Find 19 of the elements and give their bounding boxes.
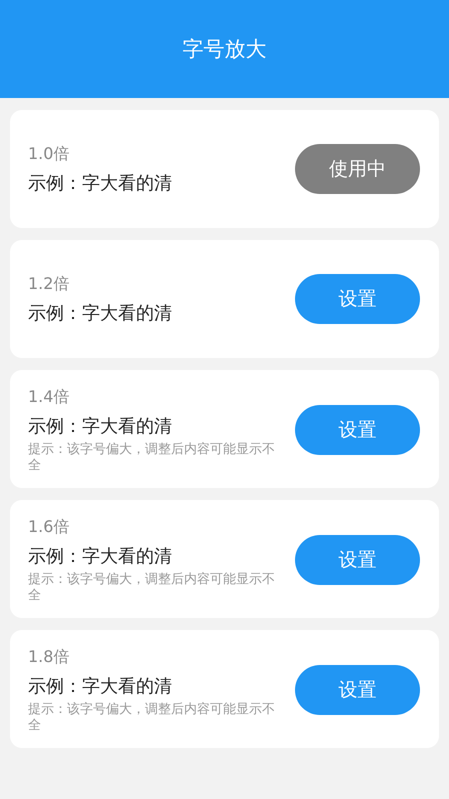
example-text: 示例：字大看的清 [28,172,172,194]
hint-text: 提示：该字号偏大，调整后内容可能显示不全 [28,442,276,474]
set-button[interactable]: 设置 [295,535,420,585]
example-text: 示例：字大看的清 [28,674,173,698]
example-text: 示例：字大看的清 [28,544,173,568]
page-title: 字号放大 [182,36,266,63]
example-text: 示例：字大看的清 [28,414,173,438]
set-button[interactable]: 设置 [295,274,420,324]
in-use-button[interactable]: 使用中 [295,144,420,194]
hint-text: 提示：该字号偏大，调整后内容可能显示不全 [28,572,276,604]
set-button[interactable]: 设置 [295,665,420,715]
scale-label: 1.4倍 [28,386,70,408]
set-button[interactable]: 设置 [295,405,420,455]
scale-label: 1.2倍 [28,274,70,294]
scale-label: 1.0倍 [28,144,70,164]
scale-label: 1.8倍 [28,646,70,668]
hint-text: 提示：该字号偏大，调整后内容可能显示不全 [28,702,276,734]
example-text: 示例：字大看的清 [28,302,172,324]
scale-label: 1.6倍 [28,516,70,538]
